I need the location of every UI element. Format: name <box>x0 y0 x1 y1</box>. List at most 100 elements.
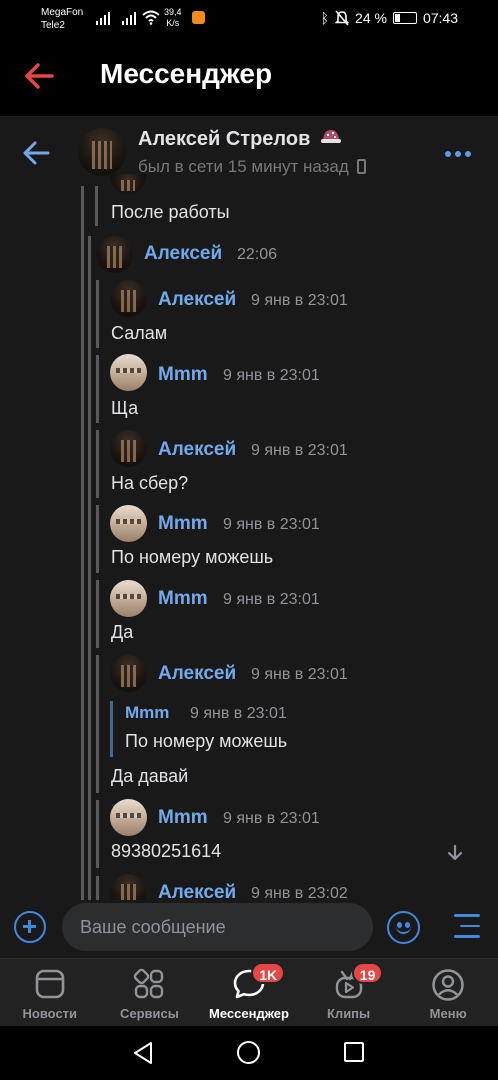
forward-sender[interactable]: Алексей <box>144 243 222 265</box>
forward-bar <box>88 236 91 958</box>
emoji-icon[interactable] <box>387 911 420 944</box>
message-bar <box>96 800 99 868</box>
signal-icon <box>122 11 136 25</box>
message-sender[interactable]: Mmm <box>158 513 208 535</box>
status-right: ᛒ 24 % 07:43 <box>321 10 458 26</box>
scroll-down-icon[interactable] <box>446 844 464 862</box>
contact-status: был в сети 15 минут назад <box>138 157 366 177</box>
bluetooth-icon: ᛒ <box>320 10 330 26</box>
avatar <box>110 174 146 194</box>
avatar <box>110 655 147 692</box>
tab-label: Новости <box>22 1006 78 1021</box>
message-sender[interactable]: Mmm <box>158 364 208 386</box>
profile-icon <box>432 969 464 1001</box>
attach-plus-icon[interactable] <box>14 911 46 943</box>
signal-icon <box>96 11 110 25</box>
message-text: По номеру можешь <box>111 547 274 567</box>
avatar <box>110 505 147 542</box>
hat-emoji-icon <box>320 130 341 143</box>
chat-panel: Алексей Стрелов был в сети 15 минут наза… <box>0 116 498 958</box>
message-time: 9 янв в 23:01 <box>251 442 348 459</box>
message-input[interactable] <box>62 903 373 951</box>
network-speed: 39,4 K/s <box>164 7 182 29</box>
tab-label: Сервисы <box>119 1006 179 1021</box>
tab-label: Мессенджер <box>209 1006 289 1021</box>
clock: 07:43 <box>422 10 458 26</box>
tab-services[interactable]: Сервисы <box>100 959 200 1026</box>
forward-bar <box>81 186 84 958</box>
message-time: 9 янв в 23:01 <box>251 292 348 309</box>
carrier-1: MegaFon <box>41 7 84 18</box>
bottom-tab-bar: Новости Сервисы 1K Мессенджер 19 Клипы М… <box>0 958 498 1026</box>
message-text: Салам <box>111 323 168 343</box>
more-options-icon[interactable] <box>445 151 471 157</box>
message-sender[interactable]: Mmm <box>158 807 208 829</box>
avatar <box>110 354 147 391</box>
chat-back-icon[interactable] <box>22 140 50 166</box>
quote-bar <box>110 701 113 757</box>
message-sender[interactable]: Алексей <box>158 439 236 461</box>
battery-icon <box>392 12 417 24</box>
avatar <box>96 236 133 273</box>
nav-back-icon[interactable] <box>132 1041 154 1065</box>
tab-menu[interactable]: Меню <box>398 959 498 1026</box>
page-title: Мессенджер <box>100 58 273 89</box>
battery-percent: 24 % <box>355 10 387 26</box>
nav-home-icon[interactable] <box>237 1041 260 1064</box>
speed-unit: K/s <box>166 18 180 28</box>
contact-name: Алексей Стрелов <box>138 128 311 150</box>
last-seen: был в сети 15 минут назад <box>138 157 349 176</box>
message-sender[interactable]: Алексей <box>158 289 236 311</box>
message-text: Да давай <box>111 766 189 786</box>
tab-label: Меню <box>429 1006 467 1021</box>
message-time: 9 янв в 23:01 <box>223 516 320 533</box>
message-time: 9 янв в 23:01 <box>223 367 320 384</box>
message-bar <box>96 280 99 348</box>
message-bar <box>96 430 99 498</box>
speed-value: 39,4 <box>164 7 182 17</box>
message-time: 9 янв в 23:01 <box>223 591 320 608</box>
quote-time: 9 янв в 23:01 <box>190 705 287 722</box>
quote-text: По номеру можешь <box>125 731 288 751</box>
avatar <box>110 580 147 617</box>
chat-header: Алексей Стрелов был в сети 15 минут наза… <box>0 116 498 186</box>
bot-keyboard-icon[interactable] <box>454 914 480 946</box>
chat-avatar[interactable] <box>78 128 126 176</box>
back-arrow-icon[interactable] <box>24 62 54 90</box>
system-nav-bar <box>0 1026 498 1080</box>
avatar <box>110 430 147 467</box>
carrier-2: Tele2 <box>41 20 65 31</box>
news-icon <box>35 969 65 999</box>
clips-badge: 19 <box>351 962 384 984</box>
tab-news[interactable]: Новости <box>0 959 100 1026</box>
bell-off-icon <box>335 10 350 26</box>
message-time: 9 янв в 23:01 <box>251 666 348 683</box>
carrier-names: MegaFon Tele2 <box>41 6 83 32</box>
app-header: Мессенджер <box>0 38 498 116</box>
services-icon <box>134 968 164 999</box>
message-text: Ща <box>111 398 139 418</box>
mobile-icon <box>356 159 366 174</box>
message-composer <box>0 900 498 958</box>
quote-sender: Mmm <box>125 703 170 722</box>
message-text: 89380251614 <box>111 841 222 861</box>
message-time: 9 янв в 23:01 <box>223 810 320 827</box>
unread-badge: 1K <box>251 962 286 984</box>
status-bar: MegaFon Tele2 39,4 K/s ᛒ 24 % 07:43 <box>0 0 498 38</box>
chat-title[interactable]: Алексей Стрелов <box>138 128 342 151</box>
message-sender[interactable]: Mmm <box>158 588 208 610</box>
forward-bar <box>95 186 98 226</box>
tab-label: Клипы <box>327 1006 371 1021</box>
tab-clips[interactable]: 19 Клипы <box>299 959 399 1026</box>
app-notification-icon <box>192 11 205 24</box>
avatar <box>110 280 147 317</box>
forward-time: 22:06 <box>237 246 278 263</box>
message-bar <box>96 580 99 648</box>
message-text: На сбер? <box>111 473 189 493</box>
tab-messenger[interactable]: 1K Мессенджер <box>199 959 299 1026</box>
nav-recents-icon[interactable] <box>344 1042 364 1062</box>
avatar <box>110 799 147 836</box>
message-text: Да <box>111 622 134 642</box>
message-bar <box>96 505 99 573</box>
message-sender[interactable]: Алексей <box>158 663 236 685</box>
